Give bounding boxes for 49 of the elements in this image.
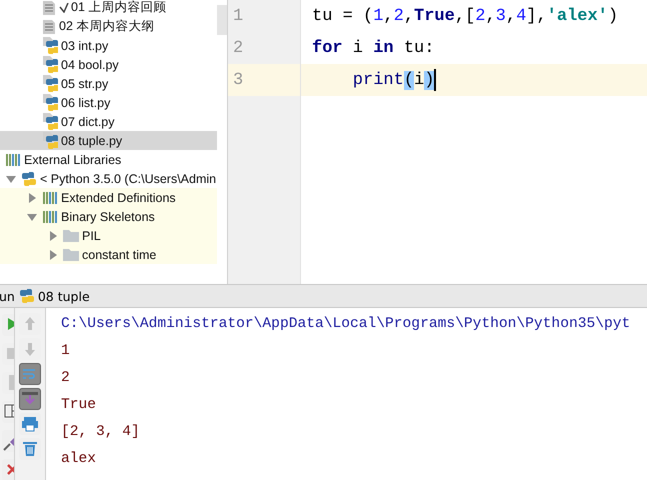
line-number: 2 <box>232 38 244 60</box>
python-file-icon <box>42 113 58 130</box>
tree-item[interactable]: External Libraries <box>0 150 217 169</box>
library-icon <box>42 209 58 224</box>
file-tree-item[interactable]: 02 本周内容大纲 <box>0 17 217 36</box>
text-cursor <box>434 69 436 91</box>
tree-item[interactable]: < Python 3.5.0 (C:\Users\Admin <box>0 169 217 188</box>
line-number: 3 <box>228 64 300 96</box>
file-tree-item[interactable]: 05 str.py <box>0 74 217 93</box>
trash-icon <box>20 439 40 459</box>
python-icon <box>18 288 35 304</box>
python-file-icon <box>42 75 58 92</box>
tree-item[interactable]: constant time <box>0 245 217 264</box>
tree-item[interactable]: Binary Skeletons <box>0 207 217 226</box>
python-file-icon <box>42 37 58 54</box>
python-file-icon <box>42 132 58 149</box>
tree-item[interactable]: PIL <box>0 226 217 245</box>
code-line: print(i) <box>352 70 434 90</box>
file-tree-item[interactable]: 03 int.py <box>0 36 217 55</box>
code-line: for i in tu: <box>312 38 434 58</box>
output-line: True <box>61 396 98 414</box>
python-file-icon <box>42 56 58 73</box>
folder-icon <box>63 229 79 242</box>
output-line: 1 <box>61 342 71 360</box>
library-icon <box>5 152 21 167</box>
scrollbar-thumb[interactable] <box>217 5 227 35</box>
file-tree-item[interactable]: 04 bool.py <box>0 55 217 74</box>
panel-title: un <box>0 288 15 304</box>
library-icon <box>42 190 58 205</box>
text-file-icon <box>42 0 56 16</box>
code-line: tu = (1,2,True,[2,3,4],'alex') <box>312 6 618 26</box>
output-line: 2 <box>61 368 71 388</box>
folder-icon <box>63 248 79 261</box>
output-line: C:\Users\Administrator\AppData\Local\Programs\Python\Python35\pyt <box>61 314 632 334</box>
scroll-to-end-button[interactable] <box>19 388 41 410</box>
line-number: 1 <box>232 6 244 28</box>
print-icon <box>20 414 40 434</box>
run-tab[interactable]: 08 tuple <box>18 288 90 304</box>
output-line: alex <box>61 450 98 468</box>
tree-item[interactable]: Extended Definitions <box>0 188 217 207</box>
text-file-icon <box>42 18 56 34</box>
file-tree-item[interactable]: 01 上周内容回顾 <box>0 0 217 17</box>
file-tree-item[interactable]: 08 tuple.py <box>0 131 217 150</box>
soft-wrap-button[interactable] <box>19 363 41 385</box>
file-tree-item[interactable]: 06 list.py <box>0 93 217 112</box>
python-icon <box>21 170 37 186</box>
python-file-icon <box>42 94 58 111</box>
output-line: [2, 3, 4] <box>61 422 141 442</box>
file-tree-item[interactable]: 07 dict.py <box>0 112 217 131</box>
